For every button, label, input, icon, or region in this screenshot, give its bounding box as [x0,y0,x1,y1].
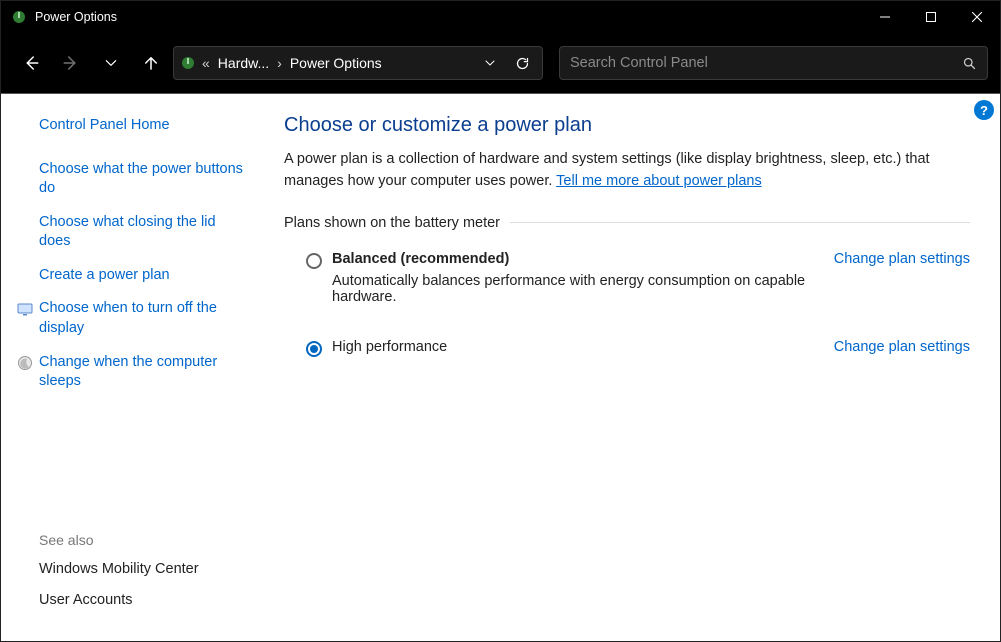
plan-high-performance-change-link[interactable]: Change plan settings [834,339,970,355]
divider [510,222,970,223]
refresh-button[interactable] [508,49,536,77]
plan-high-performance-radio[interactable] [306,341,322,357]
plan-balanced-name[interactable]: Balanced (recommended) [332,251,810,267]
search-icon[interactable] [962,56,977,71]
search-input[interactable] [570,55,962,71]
address-icon [180,55,196,71]
address-dropdown-button[interactable] [476,49,504,77]
sidebar-link-create-plan[interactable]: Create a power plan [39,266,244,286]
minimize-button[interactable] [862,1,908,33]
see-also-mobility-center[interactable]: Windows Mobility Center [39,560,244,580]
recent-dropdown-button[interactable] [93,45,129,81]
window-title: Power Options [35,10,862,24]
sidebar-link-computer-sleeps[interactable]: Change when the computer sleeps [39,353,244,392]
sidebar: Control Panel Home Choose what the power… [1,94,266,641]
search-box[interactable] [559,46,988,80]
sleep-icon [17,355,33,371]
learn-more-link[interactable]: Tell me more about power plans [556,173,762,189]
sidebar-link-turn-off-display[interactable]: Choose when to turn off the display [39,299,244,338]
see-also-label: See also [39,532,244,548]
window: Power Options « Hardw... [0,0,1001,642]
plan-balanced-radio[interactable] [306,253,322,269]
maximize-button[interactable] [908,1,954,33]
content-area: ? Control Panel Home Choose what the pow… [1,93,1000,641]
plan-balanced-description: Automatically balances performance with … [332,273,810,305]
sidebar-link-power-buttons[interactable]: Choose what the power buttons do [39,160,244,199]
forward-button[interactable] [53,45,89,81]
page-description: A power plan is a collection of hardware… [284,149,970,193]
page-heading: Choose or customize a power plan [284,114,970,137]
toolbar: « Hardw... › Power Options [1,33,1000,93]
plan-high-performance-name[interactable]: High performance [332,339,810,355]
close-button[interactable] [954,1,1000,33]
breadcrumb-current[interactable]: Power Options [288,53,384,73]
breadcrumb-overflow[interactable]: « [200,55,212,71]
plans-group: Plans shown on the battery meter Balance… [284,215,970,361]
main-panel: Choose or customize a power plan A power… [266,94,1000,641]
back-button[interactable] [13,45,49,81]
display-icon [17,301,33,317]
help-button[interactable]: ? [974,100,994,120]
see-also-section: See also Windows Mobility Center User Ac… [39,532,244,623]
address-bar[interactable]: « Hardw... › Power Options [173,46,543,80]
sidebar-link-close-lid[interactable]: Choose what closing the lid does [39,213,244,252]
breadcrumb-parent[interactable]: Hardw... [216,53,271,73]
control-panel-home-link[interactable]: Control Panel Home [39,116,244,136]
app-icon [11,9,27,25]
plan-balanced-change-link[interactable]: Change plan settings [834,251,970,267]
up-button[interactable] [133,45,169,81]
plans-group-label-text: Plans shown on the battery meter [284,215,500,231]
plan-high-performance: High performance Change plan settings [284,335,970,361]
titlebar: Power Options [1,1,1000,33]
see-also-user-accounts[interactable]: User Accounts [39,591,244,611]
plan-balanced: Balanced (recommended) Automatically bal… [284,247,970,309]
chevron-right-icon: › [275,55,284,71]
plans-group-label: Plans shown on the battery meter [284,215,970,231]
